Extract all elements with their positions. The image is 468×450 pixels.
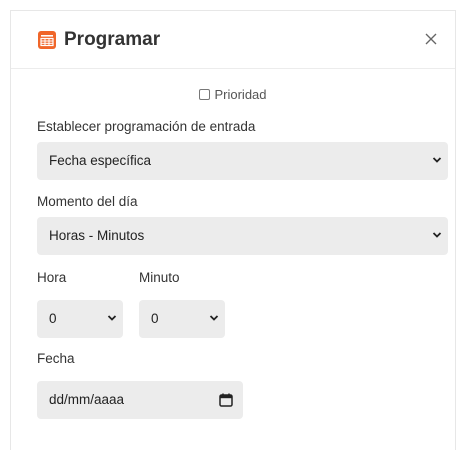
minute-select-value: 0: [151, 311, 159, 326]
date-input[interactable]: dd/mm/aaaa: [37, 381, 243, 419]
minute-label: Minuto: [139, 270, 180, 285]
calendar-icon[interactable]: [219, 393, 233, 407]
chevron-down-icon: [432, 157, 442, 163]
date-label: Fecha: [37, 351, 75, 366]
priority-option: Prioridad: [11, 87, 455, 103]
moment-select[interactable]: Horas - Minutos: [37, 217, 448, 255]
schedule-label: Establecer programación de entrada: [37, 119, 256, 134]
minute-select[interactable]: 0: [139, 300, 225, 338]
moment-select-value: Horas - Minutos: [49, 228, 145, 243]
hour-select-value: 0: [49, 311, 57, 326]
chevron-down-icon: [107, 315, 117, 321]
schedule-select[interactable]: Fecha específica: [37, 142, 448, 180]
chevron-down-icon: [432, 232, 442, 238]
priority-label: Prioridad: [214, 87, 267, 102]
schedule-dialog: Programar Prioridad Establecer programac…: [10, 10, 456, 450]
hour-select[interactable]: 0: [37, 300, 123, 338]
hour-label: Hora: [37, 270, 67, 285]
date-input-placeholder: dd/mm/aaaa: [49, 392, 125, 407]
dialog-header: Programar: [11, 11, 455, 69]
chevron-down-icon: [209, 315, 219, 321]
priority-checkbox[interactable]: [199, 89, 211, 100]
close-icon[interactable]: [421, 29, 441, 49]
schedule-select-value: Fecha específica: [49, 153, 152, 168]
dialog-title: Programar: [64, 29, 161, 50]
calendar-icon: [38, 31, 56, 49]
moment-label: Momento del día: [37, 194, 138, 209]
